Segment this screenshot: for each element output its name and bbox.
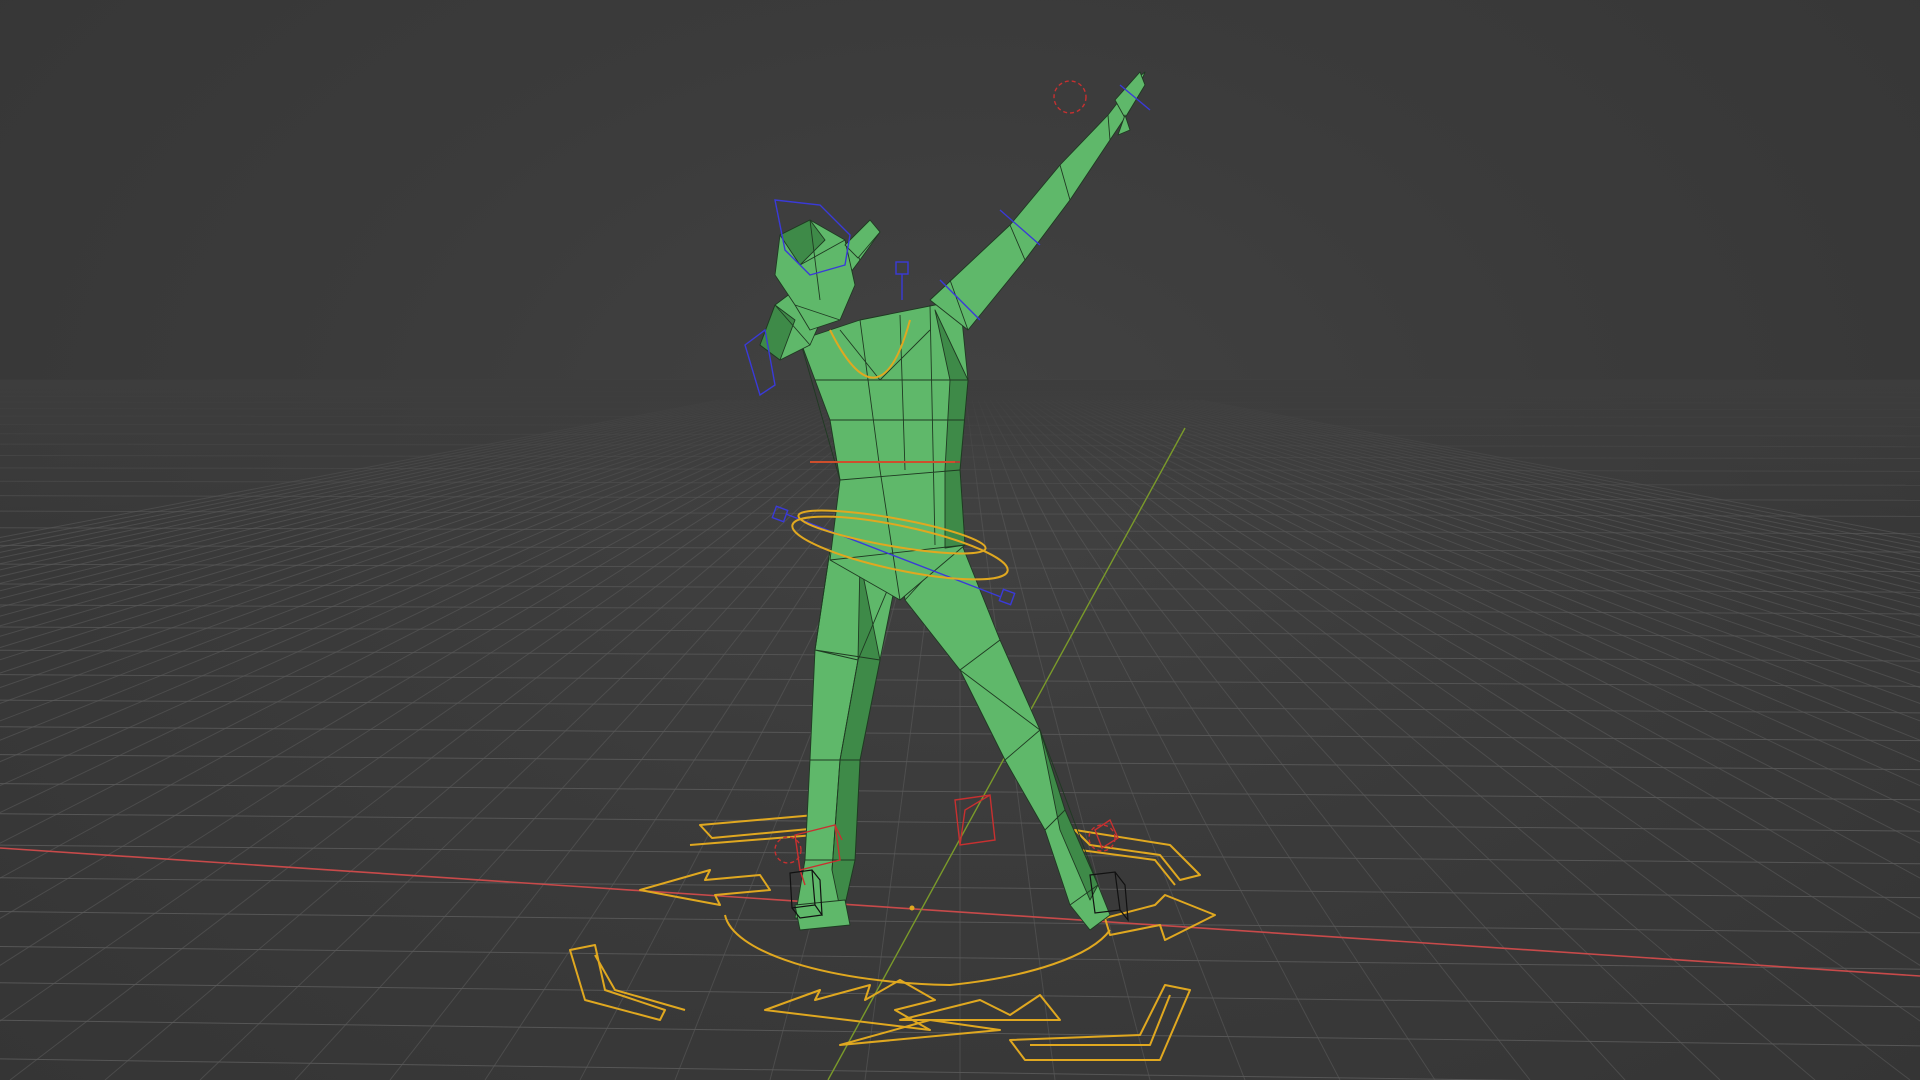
root-chevron-back-left[interactable] bbox=[689, 814, 821, 846]
hip-control-right[interactable] bbox=[998, 588, 1016, 606]
raised-arm[interactable] bbox=[929, 71, 1146, 331]
root-arrow-front-left[interactable] bbox=[764, 979, 936, 1031]
3d-viewport[interactable] bbox=[0, 0, 1920, 1080]
viewport-scene[interactable] bbox=[0, 0, 1920, 1080]
root-arrow-right[interactable] bbox=[1104, 894, 1216, 941]
root-chevron-front-left[interactable] bbox=[569, 944, 686, 1021]
neck-control-square[interactable] bbox=[895, 261, 909, 275]
knee-pole-box[interactable] bbox=[954, 794, 996, 846]
root-arrow-front[interactable] bbox=[899, 994, 1061, 1021]
world-origin-dot bbox=[909, 905, 915, 911]
root-circle[interactable] bbox=[724, 914, 1111, 986]
hand-ik-gear[interactable] bbox=[1053, 80, 1087, 114]
